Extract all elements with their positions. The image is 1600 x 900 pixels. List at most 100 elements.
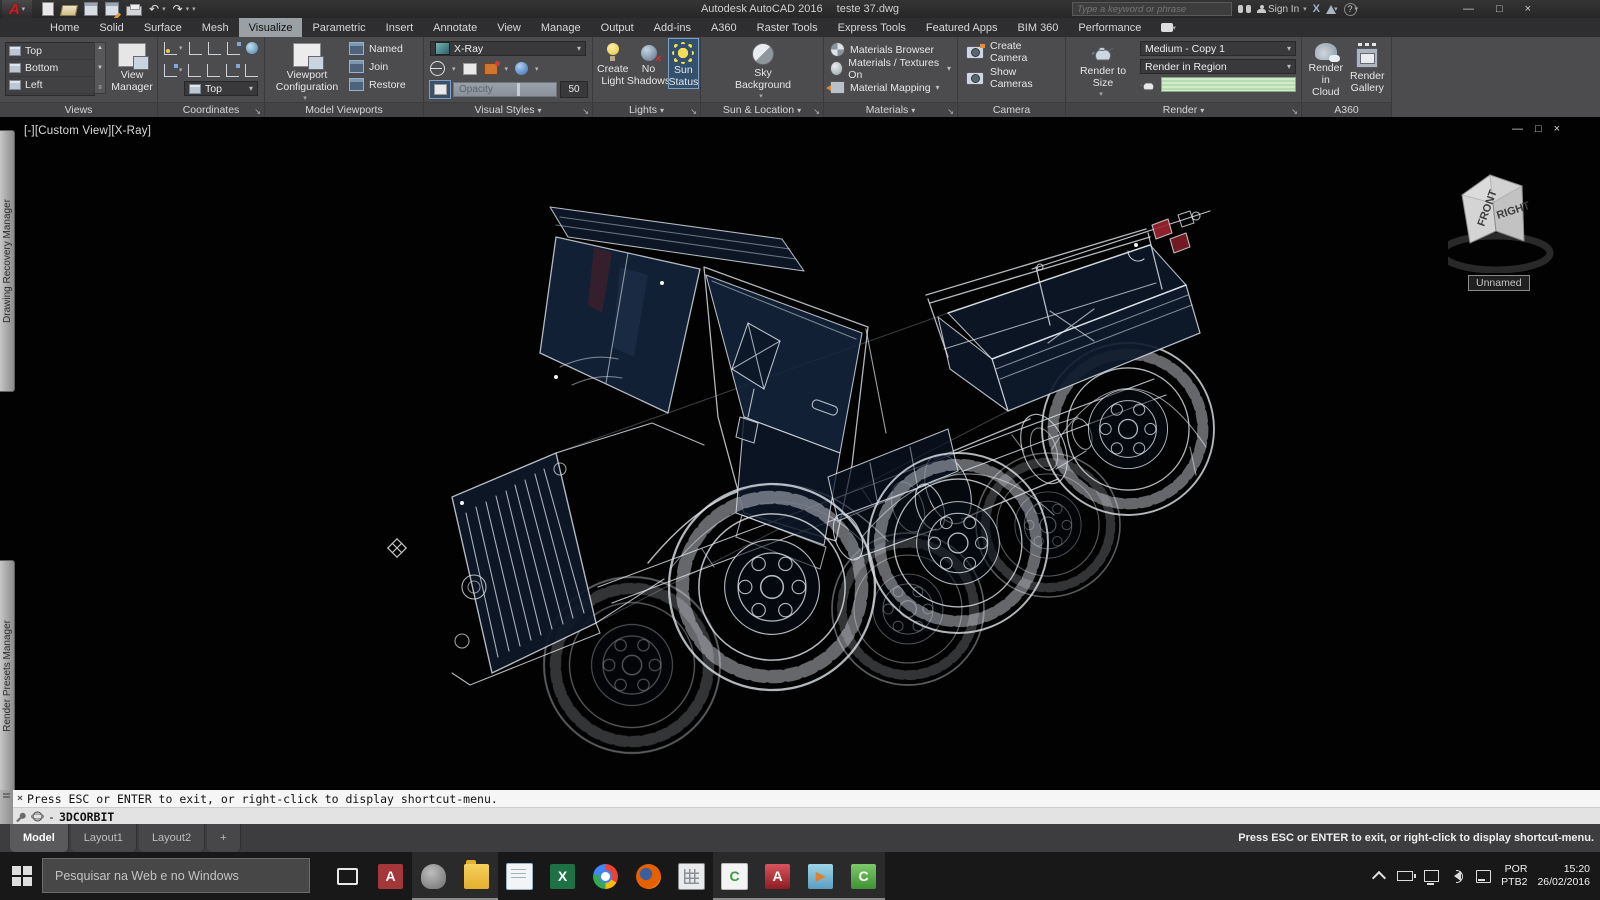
new-file-icon[interactable] [42,2,54,16]
ucs-icon[interactable] [164,42,177,55]
ribbon-tab[interactable]: Output [591,18,644,37]
scroll-up-icon[interactable]: ▲ [97,45,103,51]
camtasia-icon[interactable]: C [713,852,756,900]
lights-button[interactable]: Sun Status [669,39,699,88]
opacity-slider-thumb[interactable] [517,83,520,96]
camera-command[interactable]: Create Camera [958,41,1065,63]
render-target-dropdown[interactable]: Render in Region ▾ [1140,59,1296,74]
panel-camera-label[interactable]: Camera [993,104,1030,116]
scroll-down-icon[interactable]: ▼ [97,65,103,71]
customize-wrench-icon[interactable] [13,811,27,823]
lights-dialog-launcher-icon[interactable] [690,107,697,116]
layout-tab[interactable]: + [207,824,240,852]
file-explorer-icon[interactable] [455,852,498,900]
opacity-slider[interactable]: Opacity [453,82,557,97]
language-indicator[interactable]: POR PTB2 [1501,863,1527,889]
hidden-icons-chevron-icon[interactable] [1371,868,1387,884]
a360-button[interactable]: Render in Cloud [1308,39,1344,98]
undo-icon[interactable]: ↶ [149,3,159,16]
viewport-restore-icon[interactable]: □ [1535,123,1542,135]
view-list-item[interactable]: Top [6,43,94,60]
ribbon-tab[interactable]: Express Tools [828,18,916,37]
panel-views-label[interactable]: Views [65,104,93,116]
named-view-badge[interactable]: Unnamed [1468,275,1530,291]
materials-command[interactable]: Materials / Textures On ▾ [824,59,957,78]
named-ucs-dropdown[interactable]: Top ▾ [184,81,258,96]
restore-button[interactable]: □ [1496,3,1503,15]
face-style-icon[interactable] [430,61,445,76]
sky-background-button[interactable]: Sky Background ▾ [725,39,801,101]
ucs-face-icon[interactable] [207,64,220,77]
viewport-configuration-button[interactable]: Viewport Configuration ▾ [271,39,343,103]
edge-effects-icon[interactable] [484,63,498,75]
calculator-icon[interactable] [670,852,713,900]
firefox-icon[interactable] [627,852,670,900]
edge-style-icon[interactable] [463,63,477,75]
drawing-recovery-manager-tab[interactable]: Drawing Recovery Manager [0,130,15,392]
drawing-area[interactable]: [-][Custom View][X-Ray] — □ × Drawing Re… [0,117,1600,790]
viewcube[interactable]: FRONT RIGHT [1448,155,1560,273]
ribbon-tab[interactable]: Parametric [302,18,375,37]
ucs-3point-icon[interactable] [245,64,258,77]
save-icon[interactable] [84,2,98,16]
sign-in-button[interactable]: Sign In ▾ [1257,4,1307,15]
excel-icon[interactable]: X [541,852,584,900]
ribbon-tab[interactable]: Annotate [423,18,487,37]
redo-dropdown-icon[interactable]: ▾ [186,5,190,13]
command-close-icon[interactable]: × [13,793,27,804]
opacity-toggle-button[interactable] [430,81,450,98]
qat-customize-icon[interactable]: ▾ [192,5,196,13]
opacity-value[interactable]: 50 [560,81,588,98]
materials-command[interactable]: Material Mapping ▾ [824,78,957,97]
panel-visual-styles-label[interactable]: Visual Styles [475,104,535,116]
layout-tab[interactable]: Layout1 [71,824,137,852]
views-listbox[interactable]: Top Bottom Left [5,42,95,96]
help-button[interactable]: ?▾ [1344,3,1359,16]
redo-icon[interactable]: ↷ [173,3,183,16]
view-manager-button[interactable]: View Manager [108,39,156,93]
ucs-previous-icon[interactable] [208,42,221,55]
render-preset-dropdown[interactable]: Medium - Copy 1 ▾ [1140,41,1296,56]
sun-location-dialog-launcher-icon[interactable] [813,107,820,116]
a360-button[interactable]: Render Gallery [1350,39,1386,98]
notepad-icon[interactable] [498,852,541,900]
layout-tab[interactable]: Model [10,824,69,852]
viewport-label[interactable]: [-][Custom View][X-Ray] [24,125,151,137]
layout-tab[interactable]: Layout2 [139,824,205,852]
panel-lights-label[interactable]: Lights [629,104,657,116]
ribbon-tab[interactable]: A360 [701,18,747,37]
camera-command[interactable]: Show Cameras [958,67,1065,89]
ribbon-tab[interactable]: BIM 360 [1007,18,1068,37]
ribbon-tab[interactable]: Manage [531,18,591,37]
lights-button[interactable]: No Shadows [633,39,665,88]
ribbon-tab[interactable]: Add-ins [644,18,701,37]
battery-icon[interactable] [1397,868,1413,884]
truck-wireframe-model[interactable] [0,117,1600,790]
panel-coordinates-label[interactable]: Coordinates [183,104,240,116]
plot-icon[interactable] [126,6,142,16]
minimize-button[interactable]: — [1463,3,1474,15]
view-list-item[interactable]: Bottom [6,60,94,77]
ribbon-tab[interactable]: Performance [1068,18,1151,37]
command-prompt-row[interactable]: × Press ESC or ENTER to exit, or right-c… [13,790,1600,807]
viewport-minimize-icon[interactable]: — [1512,123,1523,135]
panel-materials-label[interactable]: Materials [866,104,909,116]
coordinates-dialog-launcher-icon[interactable] [254,107,261,116]
open-file-icon[interactable] [60,5,78,16]
command-line-grip[interactable] [0,790,14,824]
ribbon-tab[interactable]: Visualize [239,18,303,37]
windows-search-input[interactable] [42,858,310,893]
model-viewport-command[interactable]: Join [349,59,406,74]
view-list-item[interactable]: Left [6,77,94,94]
viewport-close-icon[interactable]: × [1554,123,1560,135]
materials-dialog-launcher-icon[interactable] [947,107,954,116]
app-store-icon[interactable]: ▾ [1326,5,1338,14]
shadow-style-icon[interactable] [515,62,528,75]
close-button[interactable]: × [1525,3,1531,15]
ucs-world-icon[interactable] [189,42,202,55]
render-dialog-launcher-icon[interactable] [1291,107,1298,116]
list-expand-icon[interactable]: ≡ [98,85,102,91]
ribbon-tab[interactable]: View [487,18,531,37]
model-viewport-command[interactable]: Named [349,41,406,56]
ribbon-tab[interactable]: Raster Tools [747,18,828,37]
